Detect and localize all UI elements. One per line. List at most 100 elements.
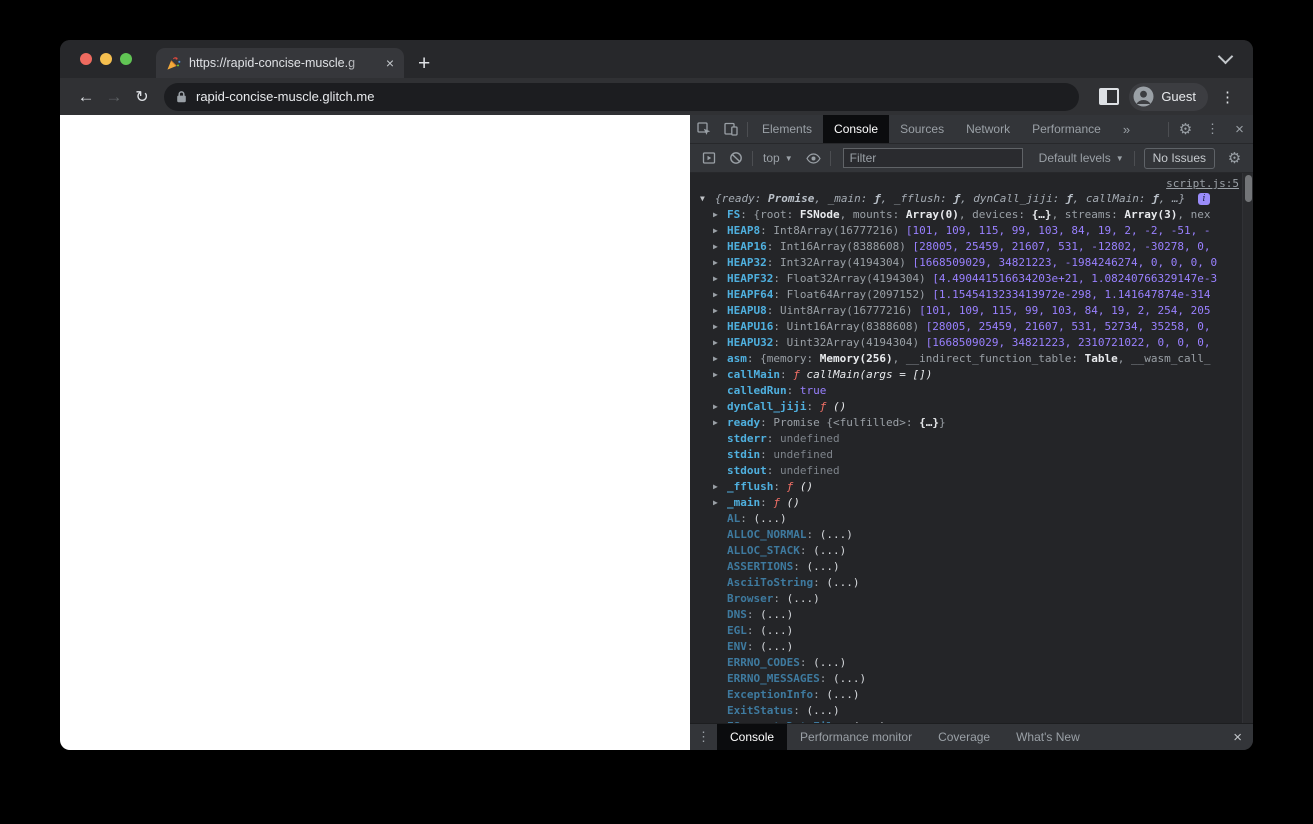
- side-panel-icon[interactable]: [1099, 88, 1120, 105]
- drawer-tab-performance-monitor[interactable]: Performance monitor: [787, 724, 925, 750]
- property-colon: :: [813, 688, 827, 701]
- tab-search-chevron-icon[interactable]: [1217, 48, 1234, 65]
- info-icon[interactable]: i: [1197, 193, 1210, 205]
- getter-value[interactable]: (...): [760, 624, 793, 637]
- disclosure-triangle-icon[interactable]: ▶: [713, 271, 718, 287]
- console-settings-gear-icon[interactable]: ⚙: [1221, 151, 1248, 166]
- getter-value[interactable]: (...): [820, 528, 853, 541]
- log-levels-selector[interactable]: Default levels ▼: [1032, 151, 1131, 165]
- disclosure-triangle-icon[interactable]: ▶: [713, 303, 718, 319]
- getter-value[interactable]: (...): [813, 656, 846, 669]
- property-colon: :: [766, 464, 780, 477]
- disclosure-triangle-icon[interactable]: ▶: [713, 335, 718, 351]
- scrollbar-track[interactable]: [1242, 173, 1253, 723]
- drawer-tab-console[interactable]: Console: [717, 724, 788, 750]
- getter-value[interactable]: (...): [760, 640, 793, 653]
- console-property-row-FS[interactable]: ▶ FS: {root: FSNode, mounts: Array(0), de…: [690, 207, 1253, 223]
- getter-value[interactable]: (...): [813, 544, 846, 557]
- close-window-button[interactable]: [80, 53, 92, 65]
- no-issues-button[interactable]: No Issues: [1143, 147, 1215, 169]
- tab-title: https://rapid-concise-muscle.g: [189, 56, 356, 70]
- drawer-menu-icon[interactable]: ⋮: [690, 724, 717, 750]
- property-name: stdout: [727, 464, 767, 477]
- disclosure-triangle-icon[interactable]: ▶: [713, 223, 718, 239]
- drawer-close-icon[interactable]: ×: [1222, 724, 1253, 750]
- page-viewport[interactable]: [60, 115, 690, 750]
- tab-close-icon[interactable]: ×: [386, 56, 394, 70]
- getter-value[interactable]: (...): [826, 576, 859, 589]
- getter-value[interactable]: (...): [833, 672, 866, 685]
- console-property-row-HEAPF32[interactable]: ▶ HEAPF32: Float32Array(4194304) [4.49044…: [690, 271, 1253, 287]
- console-property-row-ready[interactable]: ▶ ready: Promise {<fulfilled>: {…}}: [690, 415, 1253, 431]
- console-property-row-HEAPF64[interactable]: ▶ HEAPF64: Float64Array(2097152) [1.15454…: [690, 287, 1253, 303]
- disclosure-triangle-icon[interactable]: ▶: [713, 495, 718, 511]
- getter-value[interactable]: (...): [754, 512, 787, 525]
- devtools-settings-gear-icon[interactable]: ⚙: [1172, 115, 1199, 143]
- console-property-row-dynCall_jiji[interactable]: ▶ dynCall_jiji: ƒ (): [690, 399, 1253, 415]
- console-property-row-HEAPU8[interactable]: ▶ HEAPU8: Uint8Array(16777216) [101, 109,…: [690, 303, 1253, 319]
- live-expression-eye-icon[interactable]: [800, 152, 827, 164]
- devtools-tab-performance[interactable]: Performance: [1021, 115, 1112, 143]
- console-property-row-_main[interactable]: ▶ _main: ƒ (): [690, 495, 1253, 511]
- getter-value[interactable]: (...): [760, 608, 793, 621]
- property-colon: :: [766, 432, 780, 445]
- console-property-row-_fflush[interactable]: ▶ _fflush: ƒ (): [690, 479, 1253, 495]
- filter-input[interactable]: [842, 148, 1023, 168]
- console-property-row-HEAPU16[interactable]: ▶ HEAPU16: Uint16Array(8388608) [28005, 2…: [690, 319, 1253, 335]
- disclosure-triangle-icon[interactable]: ▶: [713, 207, 718, 223]
- context-selector[interactable]: top ▼: [756, 151, 800, 165]
- device-toolbar-icon[interactable]: [717, 115, 744, 143]
- property-value-segment: Int8Array(16777216): [773, 224, 906, 237]
- console-property-row-HEAP16[interactable]: ▶ HEAP16: Int16Array(8388608) [28005, 254…: [690, 239, 1253, 255]
- more-tabs-icon[interactable]: »: [1114, 115, 1139, 143]
- disclosure-triangle-icon[interactable]: ▶: [713, 319, 718, 335]
- getter-value[interactable]: (...): [826, 688, 859, 701]
- console-property-row-HEAPU32[interactable]: ▶ HEAPU32: Uint32Array(4194304) [16685090…: [690, 335, 1253, 351]
- clear-console-icon[interactable]: [722, 151, 749, 165]
- disclosure-triangle-icon[interactable]: ▶: [713, 287, 718, 303]
- console-property-row-asm[interactable]: ▶ asm: {memory: Memory(256), __indirect_f…: [690, 351, 1253, 367]
- disclosure-triangle-icon[interactable]: ▶: [713, 351, 718, 367]
- disclosure-triangle-icon[interactable]: ▶: [713, 255, 718, 271]
- devtools-tab-elements[interactable]: Elements: [751, 115, 823, 143]
- disclosure-triangle-icon[interactable]: ▶: [713, 399, 718, 415]
- minimize-window-button[interactable]: [100, 53, 112, 65]
- source-link[interactable]: script.js:5: [1166, 177, 1239, 190]
- console-property-row-HEAP32[interactable]: ▶ HEAP32: Int32Array(4194304) [1668509029…: [690, 255, 1253, 271]
- disclosure-triangle-icon[interactable]: ▶: [713, 367, 718, 383]
- lock-icon[interactable]: [176, 90, 187, 103]
- new-tab-button[interactable]: +: [418, 53, 430, 74]
- getter-value[interactable]: (...): [806, 560, 839, 573]
- disclosure-triangle-icon[interactable]: ▶: [713, 239, 718, 255]
- property-name: asm: [727, 352, 747, 365]
- scrollbar-thumb[interactable]: [1245, 175, 1252, 202]
- console-property-row-callMain[interactable]: ▶ callMain: ƒ callMain(args = []): [690, 367, 1253, 383]
- drawer-tab-coverage[interactable]: Coverage: [925, 724, 1003, 750]
- disclosure-triangle-icon[interactable]: ▶: [713, 415, 718, 431]
- drawer-tab-what-s-new[interactable]: What's New: [1003, 724, 1093, 750]
- devtools-tab-sources[interactable]: Sources: [889, 115, 955, 143]
- devtools-tab-network[interactable]: Network: [955, 115, 1021, 143]
- console-sidebar-icon[interactable]: [695, 151, 722, 165]
- devtools-menu-icon[interactable]: ⋮: [1199, 115, 1226, 143]
- console-property-row-Browser: Browser: (...): [690, 591, 1253, 607]
- reload-button[interactable]: ↻: [128, 83, 156, 111]
- address-bar[interactable]: rapid-concise-muscle.glitch.me: [164, 82, 1080, 111]
- console-property-row-HEAP8[interactable]: ▶ HEAP8: Int8Array(16777216) [101, 109, 1…: [690, 223, 1253, 239]
- getter-value[interactable]: (...): [853, 720, 886, 723]
- getter-value[interactable]: (...): [787, 592, 820, 605]
- disclosure-triangle-icon[interactable]: ▶: [713, 479, 718, 495]
- browser-menu-icon[interactable]: ⋮: [1214, 88, 1241, 106]
- browser-tab[interactable]: https://rapid-concise-muscle.g ×: [156, 48, 404, 78]
- zoom-window-button[interactable]: [120, 53, 132, 65]
- forward-button[interactable]: →: [100, 83, 128, 111]
- browser-toolbar: ← → ↻ rapid-concise-muscle.glitch.me Gue…: [60, 78, 1253, 115]
- getter-value[interactable]: (...): [806, 704, 839, 717]
- disclosure-triangle-open-icon[interactable]: ▼: [700, 191, 705, 207]
- profile-button[interactable]: Guest: [1129, 82, 1208, 111]
- console-object-root-row[interactable]: ▼ {ready: Promise, _main: ƒ, _fflush: ƒ,…: [690, 191, 1253, 207]
- inspect-element-icon[interactable]: [690, 115, 717, 143]
- devtools-close-icon[interactable]: ×: [1226, 115, 1253, 143]
- devtools-tab-console[interactable]: Console: [823, 115, 890, 143]
- back-button[interactable]: ←: [72, 83, 100, 111]
